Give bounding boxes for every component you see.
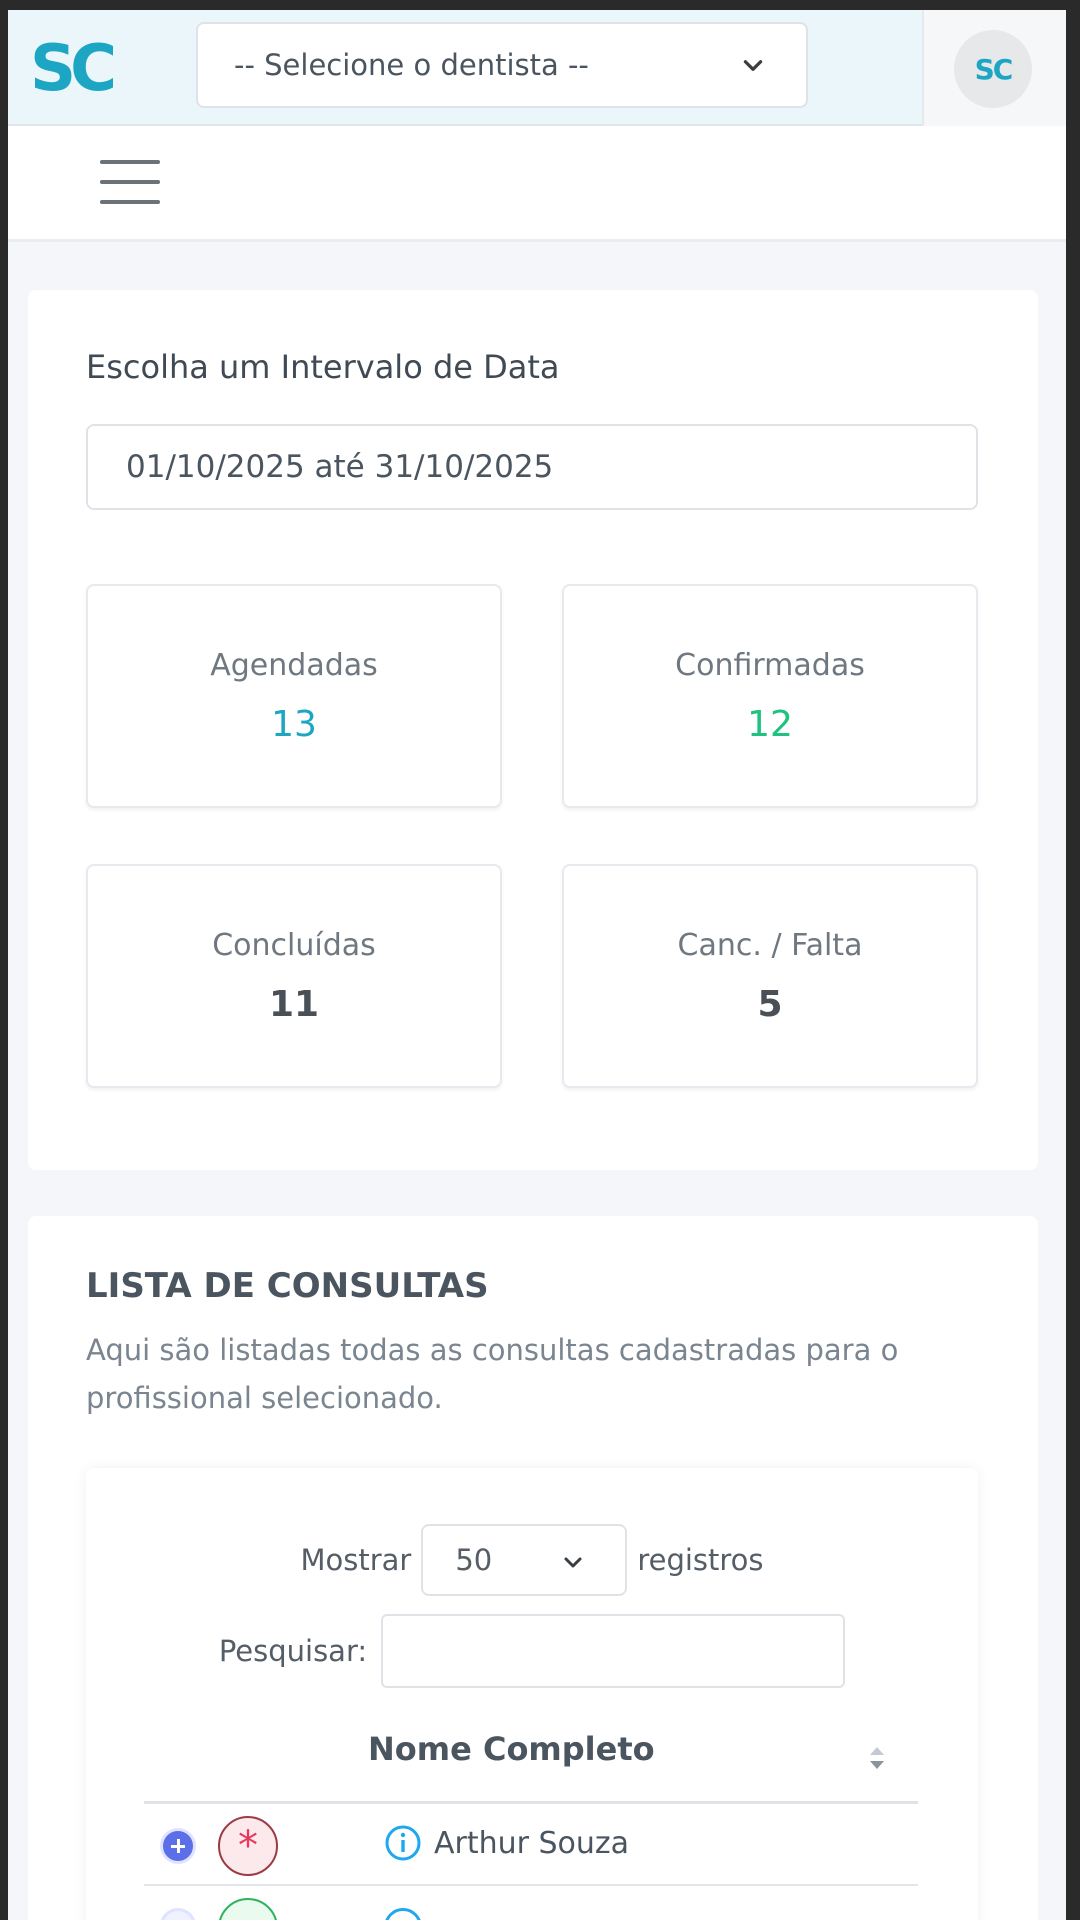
expand-row-icon[interactable] (160, 1908, 196, 1920)
patient-name[interactable]: Arthur Souza (434, 1826, 629, 1861)
stat-value: 11 (268, 984, 320, 1025)
app-logo[interactable]: SC (30, 32, 117, 106)
section-title: LISTA DE CONSULTAS (86, 1266, 489, 1306)
dentist-select-value: -- Selecione o dentista -- (234, 48, 589, 82)
info-icon[interactable] (384, 1908, 422, 1920)
appointments-table-wrapper: Mostrar 50 registros Pesquisar: Nome Com… (86, 1468, 978, 1920)
info-icon[interactable] (384, 1824, 422, 1862)
stat-confirmed: Confirmadas 12 (562, 584, 978, 808)
stat-label: Confirmadas (675, 648, 865, 683)
table-row (144, 1888, 918, 1920)
search-control: Pesquisar: (86, 1614, 978, 1688)
date-range-label: Escolha um Intervalo de Data (86, 348, 560, 386)
user-avatar[interactable]: SC (954, 30, 1032, 108)
dentist-select[interactable]: -- Selecione o dentista -- (196, 22, 808, 108)
status-icon (218, 1898, 278, 1920)
records-label: registros (637, 1543, 764, 1577)
date-range-value: 01/10/2025 até 31/10/2025 (126, 449, 554, 485)
page-length-select[interactable]: 50 (421, 1524, 628, 1596)
show-label: Mostrar (300, 1543, 412, 1577)
table-header[interactable]: Nome Completo (144, 1718, 918, 1804)
asterisk-icon: * (218, 1816, 278, 1876)
app-frame: SC -- Selecione o dentista -- SC Escolha… (8, 10, 1066, 1920)
search-label: Pesquisar: (218, 1634, 368, 1668)
table-row: * Arthur Souza (144, 1804, 918, 1886)
column-header-name[interactable]: Nome Completo (368, 1730, 655, 1768)
stat-label: Agendadas (210, 648, 378, 683)
chevron-down-icon (743, 60, 763, 71)
stat-completed: Concluídas 11 (86, 864, 502, 1088)
section-description: Aqui são listadas todas as consultas cad… (86, 1333, 899, 1415)
page-length-value: 50 (455, 1543, 493, 1577)
date-range-input[interactable]: 01/10/2025 até 31/10/2025 (86, 424, 978, 510)
stat-value: 13 (271, 704, 317, 745)
stat-label: Concluídas (212, 928, 376, 963)
search-input[interactable] (381, 1614, 846, 1688)
stat-canceled: Canc. / Falta 5 (562, 864, 978, 1088)
stat-value: 5 (757, 984, 783, 1025)
stat-value: 12 (747, 704, 793, 745)
summary-card: Escolha um Intervalo de Data 01/10/2025 … (28, 290, 1038, 1170)
user-area: SC (922, 10, 1066, 126)
sort-icon[interactable] (866, 1742, 888, 1774)
stat-label: Canc. / Falta (677, 928, 863, 963)
stat-scheduled: Agendadas 13 (86, 584, 502, 808)
expand-row-icon[interactable] (160, 1828, 196, 1864)
nav-bar (8, 126, 1066, 242)
menu-icon[interactable] (100, 158, 162, 206)
page-length-control: Mostrar 50 registros (86, 1524, 978, 1596)
top-header: SC -- Selecione o dentista -- SC (8, 10, 1066, 126)
chevron-down-icon (564, 1557, 582, 1568)
appointments-card: LISTA DE CONSULTAS Aqui são listadas tod… (28, 1216, 1038, 1920)
